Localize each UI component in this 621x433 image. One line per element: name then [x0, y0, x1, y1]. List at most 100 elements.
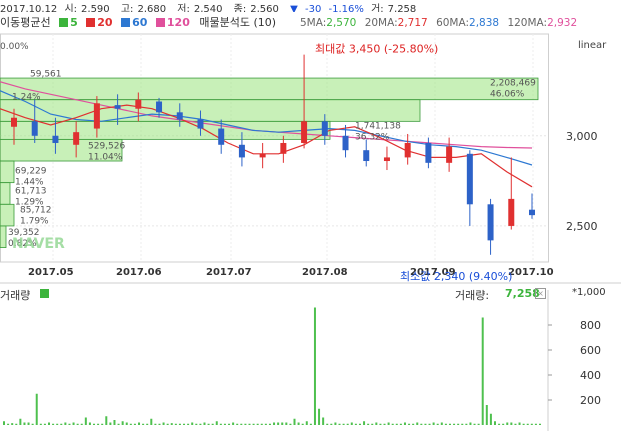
volume-bar	[342, 423, 345, 425]
candle-body	[342, 135, 349, 151]
volume-bar	[211, 423, 214, 425]
volume-bar	[109, 422, 112, 425]
volume-bar	[330, 423, 333, 425]
volume-bar	[391, 423, 394, 425]
volume-bar	[367, 423, 370, 425]
volume-bar	[97, 423, 100, 425]
volume-bar	[133, 423, 136, 425]
volume-bar	[526, 423, 529, 425]
volume-swatch[interactable]	[40, 289, 49, 298]
volume-bar	[162, 422, 165, 425]
volume-bar	[440, 422, 443, 425]
volume-bar	[428, 423, 431, 425]
volume-bar	[138, 422, 141, 425]
volume-bar	[518, 422, 521, 425]
volume-bar	[207, 423, 210, 425]
volume-bar	[346, 423, 349, 425]
candle-body	[446, 146, 453, 163]
volume-tick-label: 600	[580, 344, 601, 357]
chart-stage: 2017.10.12 시: 2,590 고: 2,680 저: 2,540 종: 2,5…	[0, 0, 621, 433]
volume-bar	[236, 423, 239, 425]
volume-bar	[424, 423, 427, 425]
volume-bar	[146, 423, 149, 425]
volume-bar	[293, 418, 296, 425]
volume-bar	[158, 423, 161, 425]
volume-bar	[338, 423, 341, 425]
volume-bar	[539, 423, 541, 425]
volume-bar	[240, 423, 243, 425]
volume-bar	[510, 422, 513, 425]
volume-bar	[363, 421, 366, 425]
volume-bar	[15, 423, 18, 425]
volume-bar	[309, 423, 312, 425]
volume-bar	[260, 423, 263, 425]
candle-body	[135, 99, 142, 109]
volume-bar	[473, 423, 476, 425]
volume-bar	[117, 423, 120, 425]
volume-bar	[350, 422, 353, 425]
volume-bar	[281, 422, 284, 425]
date-tick-label: 2017.05	[28, 267, 74, 278]
volume-bar	[39, 423, 42, 425]
candle-body	[259, 153, 266, 158]
volume-bar	[395, 423, 398, 425]
candle-body	[52, 135, 59, 143]
volume-bar	[11, 423, 14, 425]
volume-bar	[170, 423, 173, 425]
volume-bar	[465, 423, 468, 425]
candle-body	[425, 142, 432, 163]
volume-bar	[166, 423, 169, 425]
candle-body	[321, 121, 328, 136]
left-profile-volume: 59,561	[30, 69, 62, 79]
max-annotation: 최대값 3,450 (-25.80%)	[315, 43, 438, 56]
volume-bar	[493, 421, 496, 425]
volume-header: 거래량 거래량: 7,258 × *1,000	[0, 287, 621, 302]
volume-bar	[469, 422, 472, 425]
volume-bar	[461, 423, 464, 425]
volume-bar	[432, 422, 435, 425]
volume-bar	[285, 422, 288, 425]
volume-bar	[264, 423, 267, 425]
candle-body	[11, 117, 17, 127]
volume-bar	[273, 422, 276, 425]
volume-bar	[219, 423, 222, 425]
volume-bar	[530, 423, 533, 425]
volume-bar	[43, 423, 46, 425]
profile-pct-label: 46.06%	[490, 89, 525, 99]
volume-bar	[387, 422, 390, 425]
volume-bar	[27, 422, 30, 425]
volume-bar	[150, 418, 153, 425]
volume-bar	[105, 416, 108, 425]
volume-bar	[88, 422, 91, 425]
volume-bar	[412, 423, 415, 425]
candle-body	[363, 150, 370, 162]
volume-bar	[84, 417, 87, 425]
price-volume-chart: 3,000 2,500 2017.05 2017.06 2017.07 2017.08 20…	[0, 33, 621, 431]
volume-readout-label: 거래량:	[455, 289, 490, 302]
profile-volume-label: 2,208,469	[490, 78, 536, 88]
volume-bar	[48, 422, 51, 425]
volume-bar	[436, 423, 439, 425]
volume-bar	[35, 393, 38, 425]
volume-bar	[256, 423, 259, 425]
volume-bar	[232, 422, 235, 425]
candle-body	[156, 101, 163, 113]
candle-body	[218, 128, 225, 145]
volume-bar	[19, 418, 22, 425]
date-tick-label: 2017.08	[302, 267, 348, 278]
close-icon[interactable]: ×	[535, 288, 546, 299]
volume-bar	[3, 421, 5, 425]
volume-bar	[268, 423, 271, 425]
volume-bar	[444, 423, 447, 425]
volume-bar	[252, 423, 255, 425]
volume-bar	[403, 422, 406, 425]
volume-profile-band	[0, 99, 421, 122]
volume-bar	[223, 423, 226, 425]
volume-profile-layer	[0, 77, 539, 248]
volume-bar	[379, 423, 382, 425]
volume-bar	[187, 423, 190, 425]
volume-bar	[514, 423, 517, 425]
volume-bars-layer	[3, 307, 541, 425]
volume-bar	[183, 423, 186, 425]
volume-bar	[477, 423, 480, 425]
